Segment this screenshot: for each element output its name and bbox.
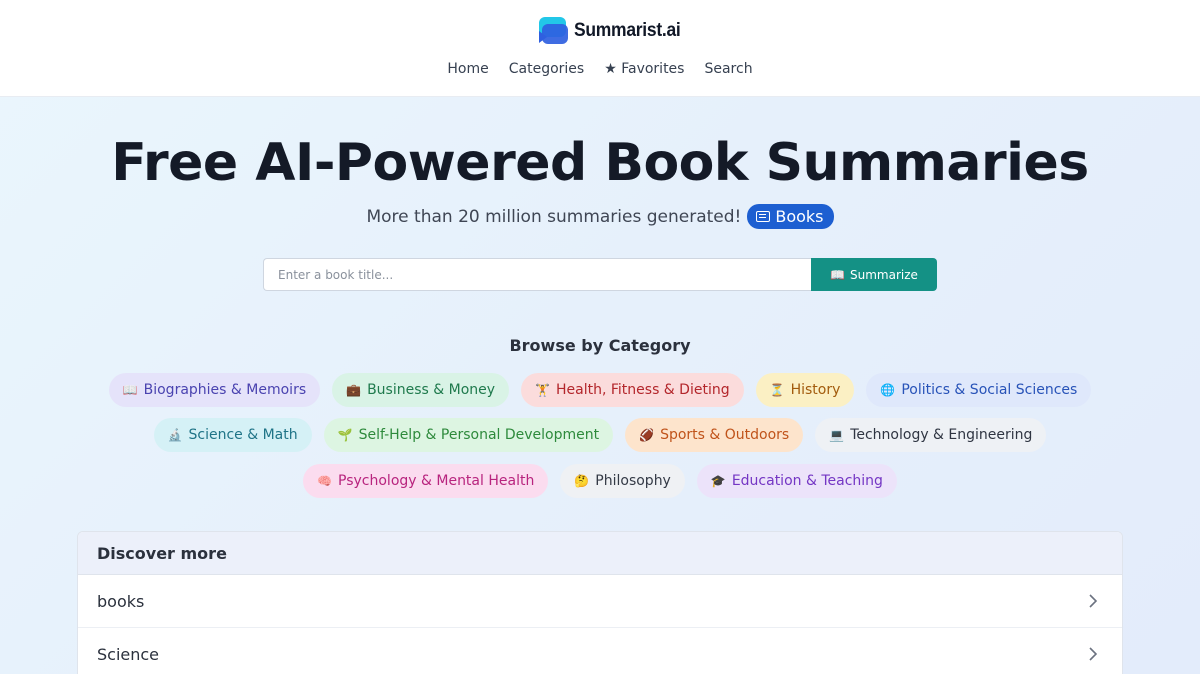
seedling-icon: 🌱 [337,428,353,442]
logo-icon [539,17,568,44]
category-sports[interactable]: 🏈 Sports & Outdoors [625,418,804,452]
category-health[interactable]: 🏋 Health, Fitness & Dieting [521,373,744,407]
nav-favorites[interactable]: ★ Favorites [594,61,694,77]
books-badge[interactable]: Books [747,204,834,229]
chevron-right-icon [1089,594,1098,608]
category-label: History [790,382,841,398]
category-label: Sports & Outdoors [660,427,790,443]
site-header: Summarist.ai Home Categories ★ Favorites… [0,0,1200,97]
category-philosophy[interactable]: 🤔 Philosophy [560,464,685,498]
nav-search[interactable]: Search [694,61,762,77]
nav-categories[interactable]: Categories [499,61,594,77]
discover-item-label: Science [97,644,160,664]
category-label: Philosophy [595,473,671,489]
category-row-2: 🔬 Science & Math 🌱 Self-Help & Personal … [0,418,1200,452]
category-education[interactable]: 🎓 Education & Teaching [696,464,897,498]
hero-subtitle-row: More than 20 million summaries generated… [0,204,1200,229]
category-label: Health, Fitness & Dieting [556,382,730,398]
category-history[interactable]: ⏳ History [755,373,855,407]
summarize-button[interactable]: 📖 Summarize [811,258,937,291]
newspaper-icon [756,210,771,222]
category-label: Business & Money [367,382,496,398]
discover-item-science[interactable]: Science [78,628,1122,674]
book-icon: 📖 [830,267,846,282]
microscope-icon: 🔬 [167,428,183,442]
browse-title: Browse by Category [509,336,691,355]
main-nav: Home Categories ★ Favorites Search [0,61,1200,77]
book-title-input[interactable] [263,258,811,291]
category-business[interactable]: 💼 Business & Money [332,373,510,407]
discover-more-title: Discover more [78,532,1122,575]
category-psychology[interactable]: 🧠 Psychology & Mental Health [303,464,549,498]
category-science[interactable]: 🔬 Science & Math [153,418,312,452]
open-book-icon: 📖 [122,383,138,397]
books-badge-label: Books [775,206,824,226]
category-label: Science & Math [188,427,298,443]
laptop-icon: 💻 [829,428,845,442]
hero-subtitle: More than 20 million summaries generated… [366,206,742,227]
brain-icon: 🧠 [317,474,333,488]
category-row-3: 🧠 Psychology & Mental Health 🤔 Philosoph… [0,464,1200,498]
briefcase-icon: 💼 [346,383,362,397]
category-label: Self-Help & Personal Development [358,427,600,443]
category-label: Psychology & Mental Health [338,473,535,489]
discover-item-books[interactable]: books [78,575,1122,628]
globe-icon: 🌐 [880,383,896,397]
discover-item-label: books [97,591,145,611]
hero-title: Free AI-Powered Book Summaries [111,133,1089,193]
summarize-form: 📖 Summarize [263,258,937,291]
thinking-face-icon: 🤔 [574,474,590,488]
graduation-cap-icon: 🎓 [710,474,726,488]
category-biographies[interactable]: 📖 Biographies & Memoirs [108,373,321,407]
chevron-right-icon [1089,647,1098,661]
category-label: Technology & Engineering [850,427,1033,443]
category-label: Politics & Social Sciences [901,382,1078,398]
discover-more-panel: Discover more books Science [77,531,1123,674]
brand-name: Summarist.ai [574,20,681,41]
weightlifter-icon: 🏋 [535,383,550,397]
summarize-button-label: Summarize [850,267,918,282]
category-row-1: 📖 Biographies & Memoirs 💼 Business & Mon… [0,373,1200,407]
hourglass-icon: ⏳ [769,383,785,397]
nav-home[interactable]: Home [437,61,498,77]
brand-logo[interactable]: Summarist.ai [536,15,690,47]
category-self-help[interactable]: 🌱 Self-Help & Personal Development [323,418,614,452]
category-label: Biographies & Memoirs [143,382,307,398]
football-icon: 🏈 [639,428,655,442]
category-technology[interactable]: 💻 Technology & Engineering [815,418,1047,452]
category-politics[interactable]: 🌐 Politics & Social Sciences [866,373,1092,407]
category-label: Education & Teaching [731,473,883,489]
